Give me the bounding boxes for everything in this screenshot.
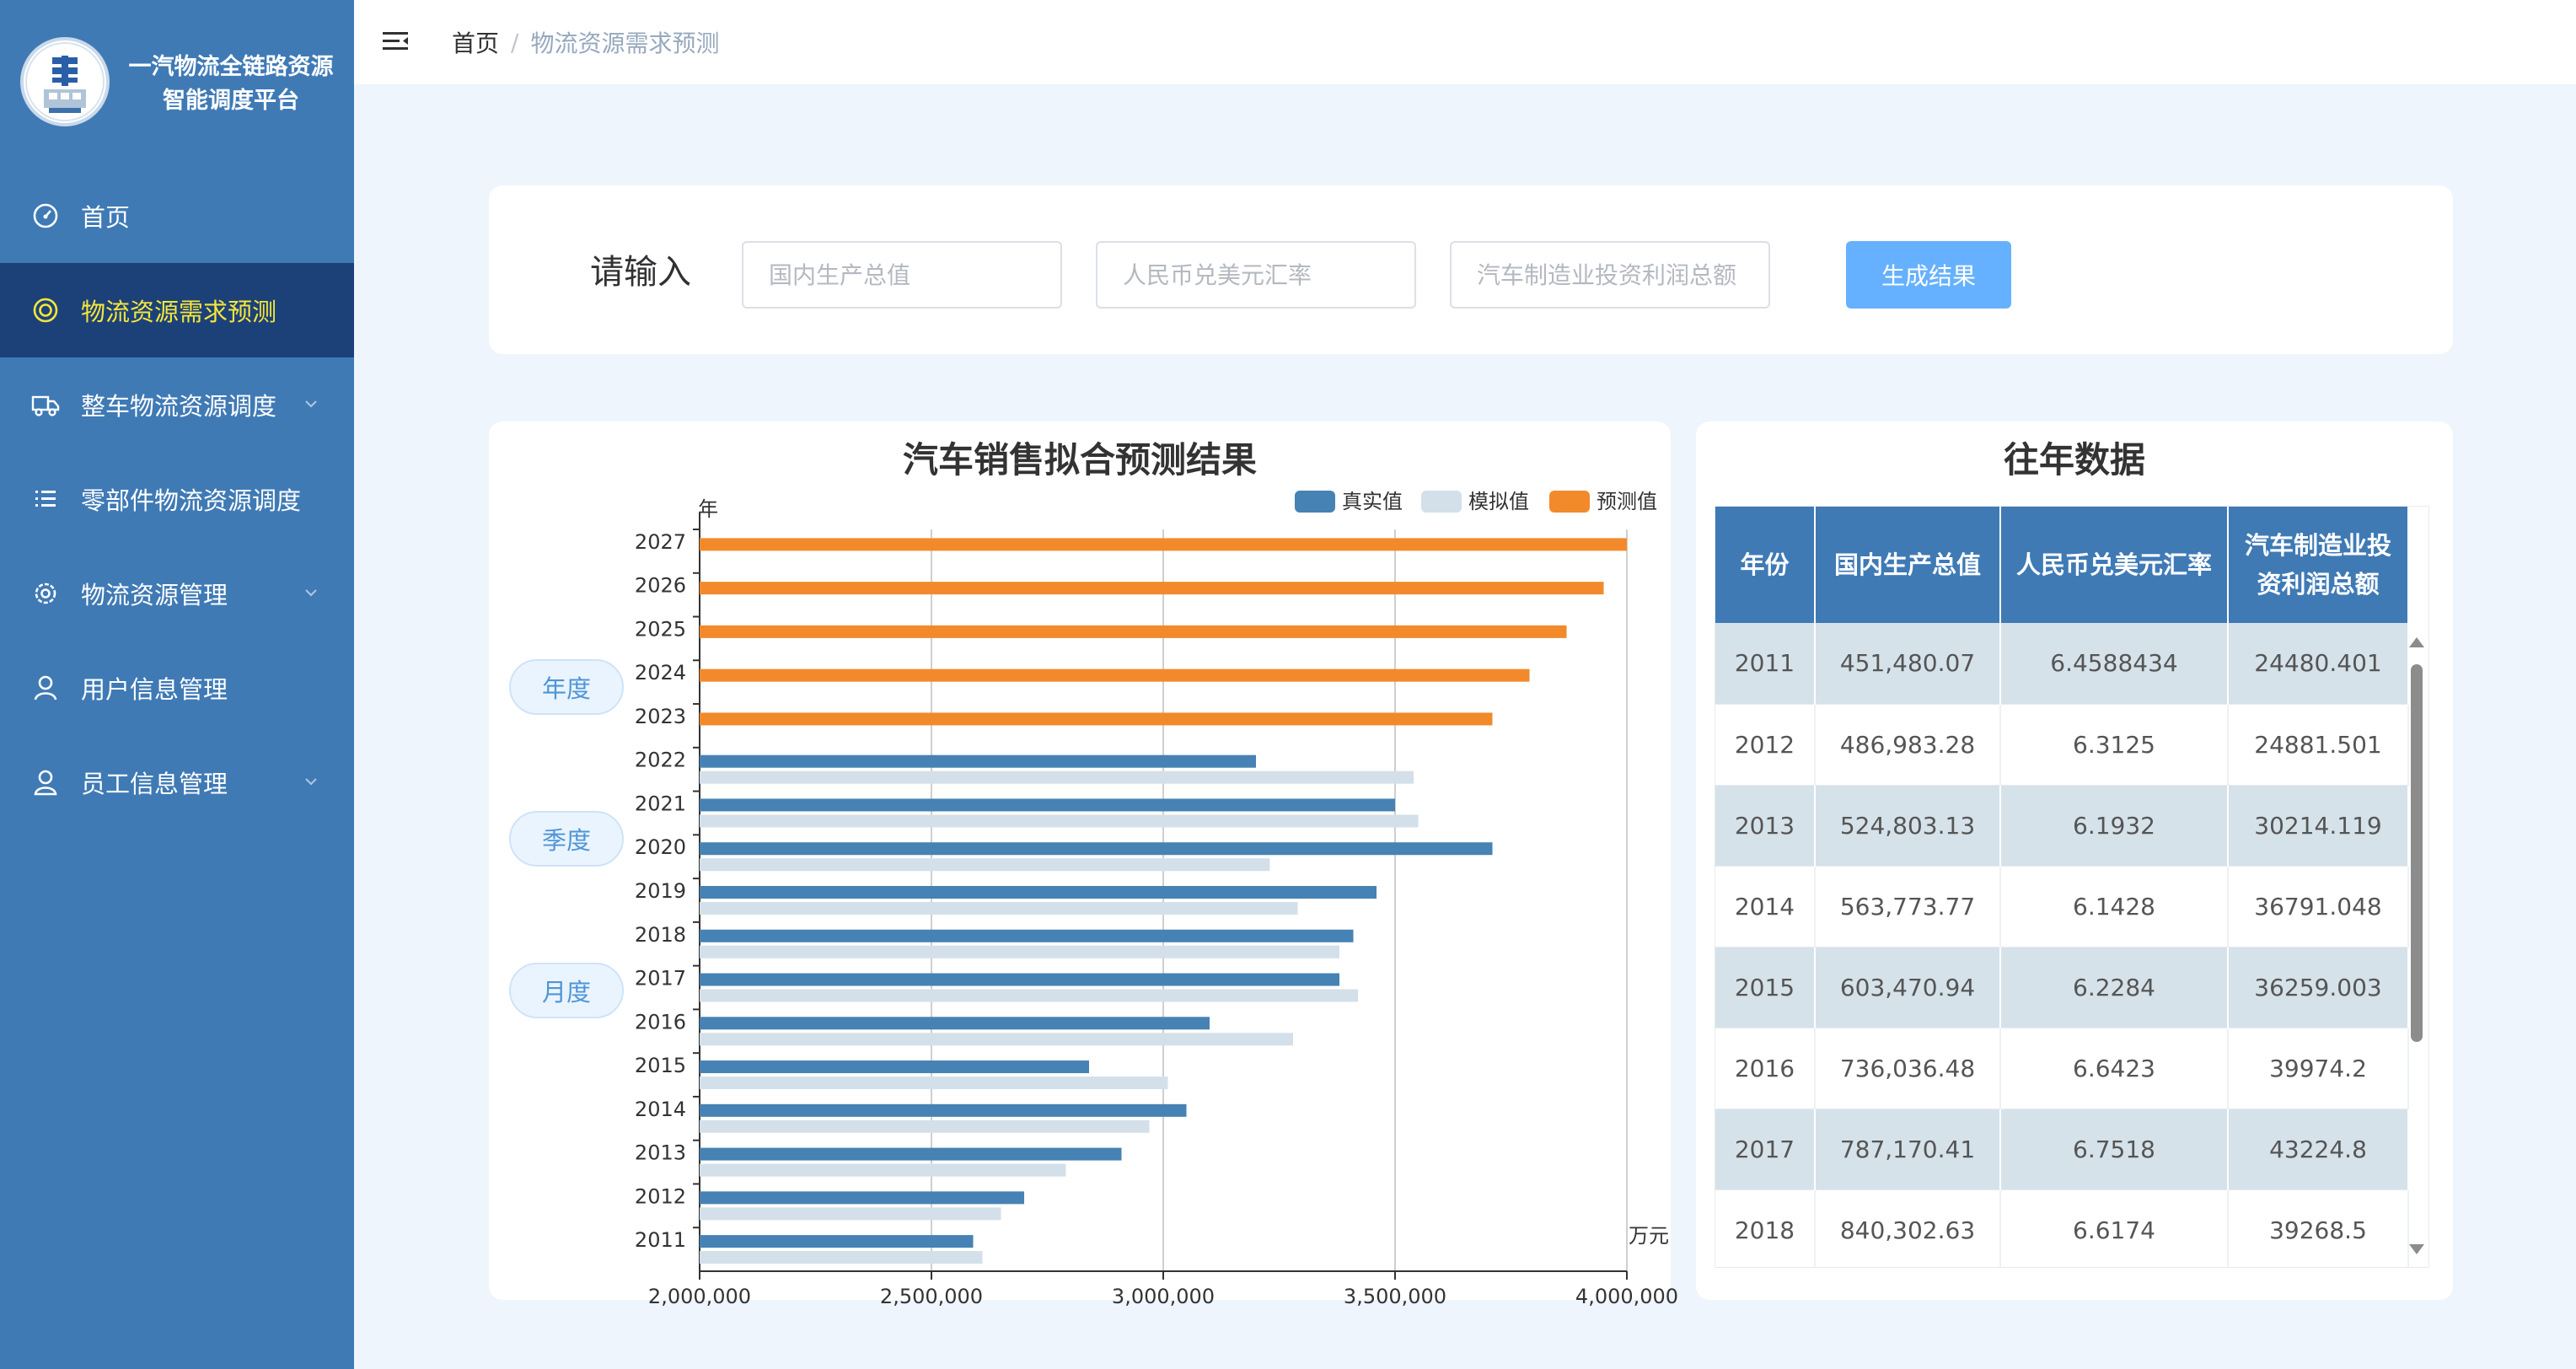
cell-gdp: 787,170.41 [1815, 1109, 2001, 1190]
target-icon [29, 293, 62, 327]
table-row: 2014 563,773.77 6.1428 36791.048 [1715, 866, 2409, 948]
sidebar-item-label: 用户信息管理 [81, 675, 228, 704]
cell-gdp: 840,302.63 [1815, 1189, 2001, 1267]
cell-gdp: 603,470.94 [1815, 947, 2001, 1028]
user-icon [29, 765, 62, 799]
cell-gdp: 486,983.28 [1815, 704, 2001, 786]
cell-gdp: 563,773.77 [1815, 866, 2001, 948]
scroll-down-arrow-icon[interactable] [2409, 1244, 2424, 1254]
generate-button[interactable]: 生成结果 [1846, 241, 2011, 309]
platform-title-line1: 一汽物流全链路资源 [128, 54, 334, 80]
cell-exchange-rate: 6.6174 [2000, 1189, 2229, 1267]
history-table: 年份 国内生产总值 人民币兑美元汇率 汽车制造业投资利润总额 2011 451,4… [1715, 507, 2409, 1267]
cell-profit: 36259.003 [2228, 947, 2409, 1028]
scroll-up-arrow-icon[interactable] [2409, 637, 2424, 647]
cell-exchange-rate: 6.1428 [2000, 866, 2229, 948]
sidebar-item-demand-forecast[interactable]: 物流资源需求预测 [0, 263, 354, 357]
cell-year: 2018 [1715, 1189, 1816, 1267]
cell-profit: 43224.8 [2228, 1109, 2409, 1190]
chevron-down-icon [305, 589, 317, 597]
gear-icon [29, 577, 62, 610]
cell-gdp: 451,480.07 [1815, 623, 2001, 705]
user-icon [29, 671, 62, 705]
cell-year: 2015 [1715, 947, 1816, 1028]
dashboard-icon [29, 199, 62, 233]
table-scrollbar[interactable] [2407, 625, 2424, 1268]
brand: 一汽物流全链路资源 智能调度平台 [0, 0, 354, 160]
header-profit: 汽车制造业投资利润总额 [2228, 507, 2409, 623]
sidebar-item-vehicle-dispatch[interactable]: 整车物流资源调度 [0, 357, 354, 452]
cell-year: 2017 [1715, 1109, 1816, 1190]
cell-exchange-rate: 6.4588434 [2000, 623, 2229, 705]
header-exchange-rate: 人民币兑美元汇率 [2000, 507, 2229, 623]
gdp-input[interactable] [742, 241, 1062, 309]
cell-exchange-rate: 6.2284 [2000, 947, 2229, 1028]
company-logo [20, 37, 110, 126]
cell-exchange-rate: 6.7518 [2000, 1109, 2229, 1190]
table-row: 2012 486,983.28 6.3125 24881.501 [1715, 704, 2409, 786]
cell-profit: 24881.501 [2228, 704, 2409, 786]
sidebar: 一汽物流全链路资源 智能调度平台 首页 物流资源需求预测 整车物流资源调度 零部… [0, 0, 354, 1369]
chart-title: 汽车销售拟合预测结果 [902, 439, 1257, 480]
cell-exchange-rate: 6.3125 [2000, 704, 2229, 786]
sidebar-item-staff-management[interactable]: 员工信息管理 [0, 735, 354, 829]
sidebar-item-parts-dispatch[interactable]: 零部件物流资源调度 [0, 452, 354, 546]
cell-exchange-rate: 6.6423 [2000, 1028, 2229, 1109]
cell-year: 2014 [1715, 866, 1816, 948]
breadcrumb-current: 物流资源需求预测 [530, 30, 720, 57]
cell-gdp: 524,803.13 [1815, 785, 2001, 867]
period-monthly-button[interactable]: 月度 [509, 963, 624, 1018]
table-row: 2015 603,470.94 6.2284 36259.003 [1715, 947, 2409, 1028]
cell-profit: 30214.119 [2228, 785, 2409, 867]
table-row: 2018 840,302.63 6.6174 39268.5 [1715, 1189, 2409, 1267]
chart-panel [489, 421, 1671, 1300]
cell-profit: 36791.048 [2228, 866, 2409, 948]
cell-profit: 39268.5 [2228, 1189, 2409, 1267]
breadcrumb-separator: / [511, 28, 519, 56]
cell-exchange-rate: 6.1932 [2000, 785, 2229, 867]
period-quarterly-button[interactable]: 季度 [509, 811, 624, 867]
profit-input[interactable] [1450, 241, 1770, 309]
truck-icon [29, 388, 62, 421]
sidebar-item-label: 首页 [81, 203, 131, 232]
chevron-down-icon [305, 400, 317, 408]
cell-year: 2012 [1715, 704, 1816, 786]
sidebar-item-label: 物流资源需求预测 [81, 298, 277, 326]
list-icon [29, 482, 62, 516]
cell-year: 2011 [1715, 623, 1816, 705]
scrollbar-thumb[interactable] [2411, 664, 2423, 1042]
cell-profit: 24480.401 [2228, 623, 2409, 705]
sidebar-item-label: 整车物流资源调度 [81, 392, 277, 421]
period-yearly-button[interactable]: 年度 [509, 659, 624, 715]
chevron-down-icon [305, 778, 317, 786]
sidebar-item-user-management[interactable]: 用户信息管理 [0, 641, 354, 735]
table-row: 2016 736,036.48 6.6423 39974.2 [1715, 1028, 2409, 1109]
history-table-container: 年份 国内生产总值 人民币兑美元汇率 汽车制造业投资利润总额 2011 451,4… [1715, 506, 2429, 1268]
sidebar-item-label: 零部件物流资源调度 [81, 486, 302, 515]
sidebar-item-label: 员工信息管理 [81, 770, 228, 798]
platform-title: 一汽物流全链路资源 智能调度平台 [113, 51, 349, 118]
sidebar-item-home[interactable]: 首页 [0, 169, 354, 263]
cell-year: 2013 [1715, 785, 1816, 867]
table-row: 2011 451,480.07 6.4588434 24480.401 [1715, 623, 2409, 705]
header-gdp: 国内生产总值 [1815, 507, 2001, 623]
menu-toggle-icon[interactable] [381, 27, 410, 56]
breadcrumb: 首页 / 物流资源需求预测 [452, 25, 719, 59]
sidebar-item-resource-management[interactable]: 物流资源管理 [0, 546, 354, 641]
table-row: 2013 524,803.13 6.1932 30214.119 [1715, 785, 2409, 867]
header-year: 年份 [1715, 507, 1816, 623]
input-label: 请输入 [590, 253, 691, 292]
cell-gdp: 736,036.48 [1815, 1028, 2001, 1109]
cell-year: 2016 [1715, 1028, 1816, 1109]
cell-profit: 39974.2 [2228, 1028, 2409, 1109]
exchange-rate-input[interactable] [1096, 241, 1416, 309]
breadcrumb-home[interactable]: 首页 [452, 25, 499, 59]
platform-title-line2: 智能调度平台 [163, 88, 299, 114]
table-row: 2017 787,170.41 6.7518 43224.8 [1715, 1109, 2409, 1190]
table-title: 往年数据 [2003, 439, 2145, 480]
table-header-row: 年份 国内生产总值 人民币兑美元汇率 汽车制造业投资利润总额 [1715, 507, 2409, 623]
sidebar-item-label: 物流资源管理 [81, 581, 228, 609]
